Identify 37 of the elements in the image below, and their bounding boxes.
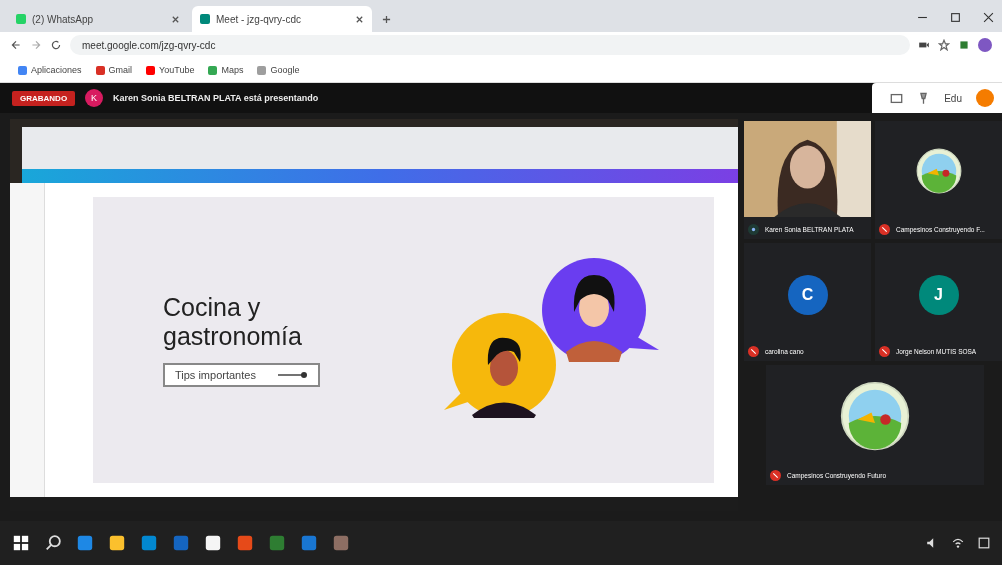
- user-avatar[interactable]: [976, 89, 994, 107]
- star-icon[interactable]: [938, 39, 950, 51]
- bookmark-link[interactable]: Google: [257, 65, 300, 75]
- bookmark-link[interactable]: Gmail: [95, 65, 133, 75]
- slide-title: Cocina y gastronomía: [163, 293, 303, 351]
- maximize-icon[interactable]: [950, 12, 961, 23]
- address-bar[interactable]: meet.google.com/jzg-qvry-cdc: [70, 35, 910, 55]
- close-icon[interactable]: [355, 14, 364, 24]
- participant-avatar: C: [787, 275, 828, 315]
- layout-icon[interactable]: [890, 91, 904, 105]
- tips-button[interactable]: Tips importantes: [163, 362, 320, 387]
- profile-avatar[interactable]: [978, 38, 992, 52]
- participant-avatar: J: [918, 275, 959, 315]
- arrow-icon: [277, 370, 308, 379]
- extension-icon[interactable]: [958, 39, 970, 51]
- presenting-text: Karen Sonia BELTRAN PLATA está presentando: [113, 93, 319, 103]
- notification-icon[interactable]: [978, 537, 990, 549]
- browser-tab[interactable]: (2) WhatsApp: [8, 6, 188, 32]
- bookmark-link[interactable]: Aplicaciones: [18, 65, 82, 75]
- start-icon[interactable]: [12, 534, 30, 552]
- close-icon[interactable]: [983, 12, 994, 23]
- reload-icon[interactable]: [50, 39, 62, 51]
- user-name: Edu: [944, 92, 962, 104]
- back-icon[interactable]: [10, 39, 22, 51]
- app-icon[interactable]: [108, 534, 126, 552]
- logo-icon: [915, 148, 962, 194]
- browser-tab[interactable]: Meet - jzg-qvry-cdc: [192, 6, 372, 32]
- bookmark-link[interactable]: YouTube: [146, 65, 195, 75]
- presenter-avatar: K: [85, 89, 104, 107]
- wifi-icon[interactable]: [952, 537, 964, 549]
- logo-icon: [840, 381, 910, 451]
- new-tab-icon[interactable]: [382, 15, 391, 24]
- close-icon[interactable]: [171, 14, 180, 24]
- search-icon[interactable]: [44, 534, 62, 552]
- app-icon[interactable]: [204, 534, 222, 552]
- bookmark-link[interactable]: Maps: [208, 65, 244, 75]
- recording-badge: GRABANDO: [12, 90, 76, 106]
